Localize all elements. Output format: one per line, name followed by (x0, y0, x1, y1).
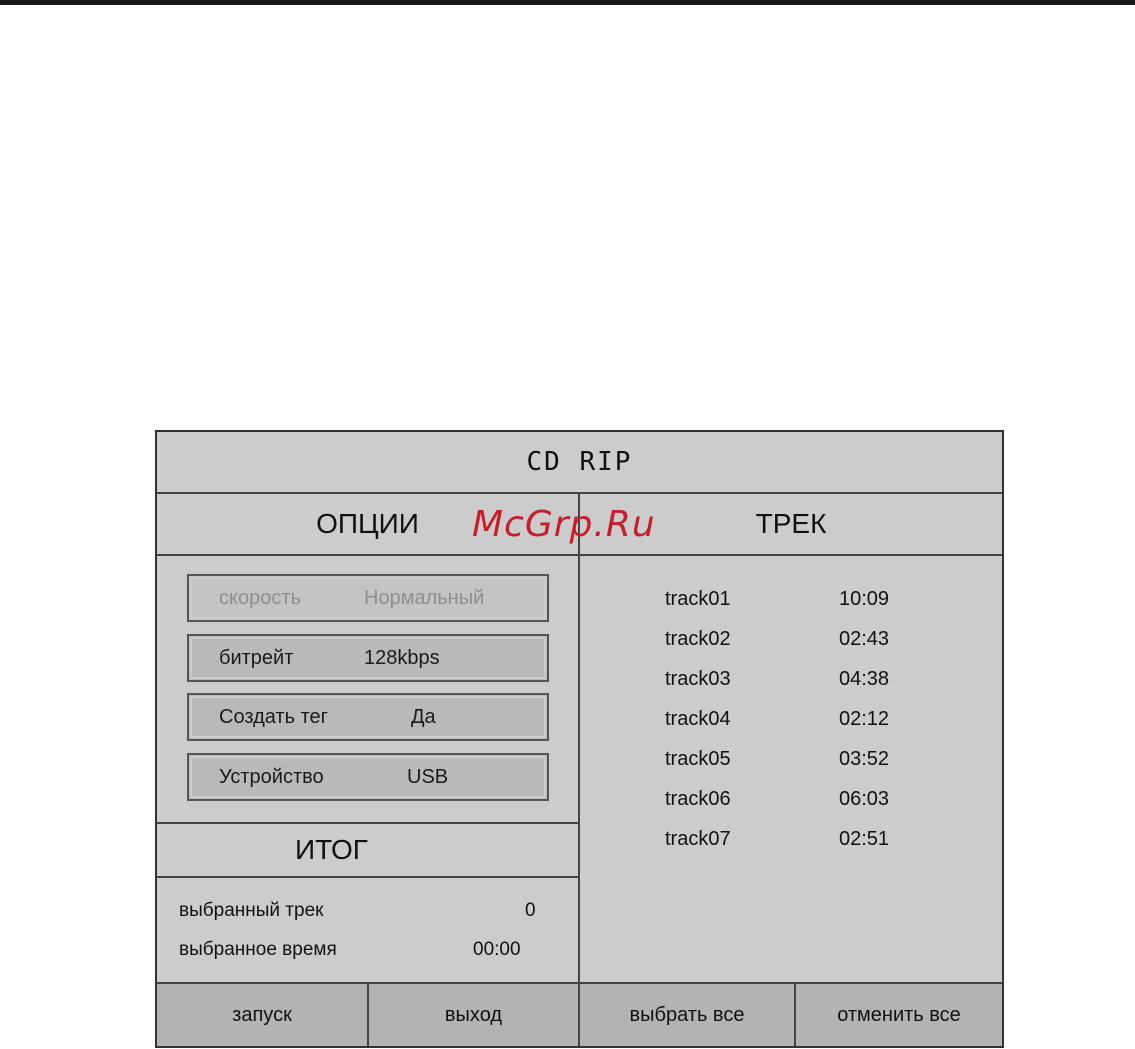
selected-time-value: 00:00 (473, 939, 521, 960)
top-divider (0, 0, 1135, 5)
track-duration: 06:03 (839, 788, 890, 810)
selected-track-value: 0 (525, 900, 536, 921)
selected-time-label: выбранное время (179, 939, 337, 960)
start-button[interactable]: запуск (157, 984, 369, 1046)
deselect-all-button[interactable]: отменить все (796, 984, 1002, 1046)
track-duration: 02:43 (839, 628, 890, 650)
track-name[interactable]: track05 (665, 748, 731, 771)
summary-bottom-divider (157, 876, 578, 878)
track-name[interactable]: track07 (665, 828, 731, 851)
button-bar: запуск выход выбрать все отменить все (157, 982, 1002, 1046)
option-speed-value: Нормальный (364, 587, 485, 609)
track-name[interactable]: track02 (665, 628, 731, 651)
option-device-value: USB (407, 766, 449, 788)
column-divider (578, 494, 580, 982)
option-device[interactable]: Устройство USB (187, 753, 549, 801)
window-title: CD RIP (157, 432, 1002, 494)
select-all-button[interactable]: выбрать все (580, 984, 796, 1046)
track-name[interactable]: track01 (665, 588, 731, 611)
option-create-tag-value: Да (411, 706, 436, 728)
exit-button[interactable]: выход (369, 984, 580, 1046)
track-duration: 04:38 (839, 668, 890, 690)
option-speed[interactable]: скорость Нормальный (187, 574, 549, 622)
option-create-tag-label: Создать тег (219, 706, 328, 728)
summary-heading: ИТОГ (295, 834, 368, 865)
option-bitrate-value: 128kbps (364, 647, 440, 669)
track-duration: 02:12 (839, 708, 890, 730)
option-bitrate[interactable]: битрейт 128kbps (187, 634, 549, 682)
watermark: McGrp.Ru (472, 504, 656, 545)
option-speed-label: скорость (219, 587, 301, 609)
option-device-label: Устройство (219, 766, 324, 788)
track-name[interactable]: track04 (665, 708, 731, 731)
option-bitrate-label: битрейт (219, 647, 294, 669)
track-name[interactable]: track03 (665, 668, 731, 691)
track-duration: 10:09 (839, 588, 890, 610)
track-duration: 02:51 (839, 828, 890, 850)
option-create-tag[interactable]: Создать тег Да (187, 693, 549, 741)
track-name[interactable]: track06 (665, 788, 731, 811)
track-duration: 03:52 (839, 748, 890, 770)
selected-track-label: выбранный трек (179, 900, 324, 921)
